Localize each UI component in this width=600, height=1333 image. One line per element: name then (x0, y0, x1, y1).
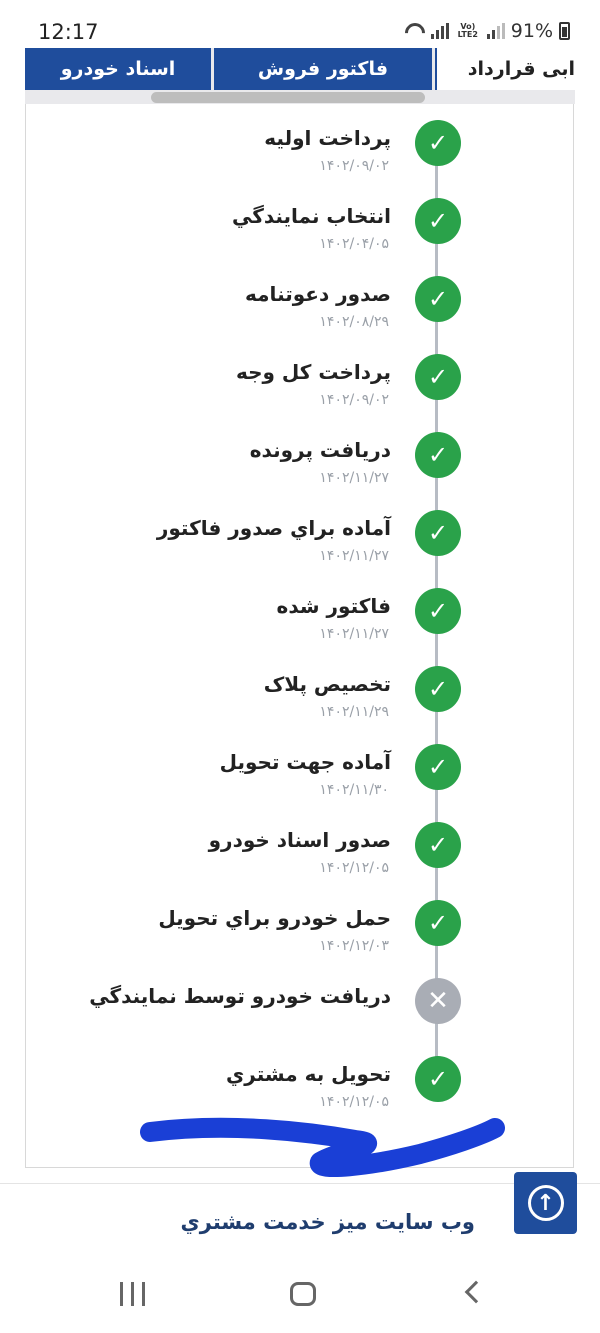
wifi-icon (405, 23, 425, 39)
step-title: آماده جهت تحويل (219, 750, 391, 774)
timeline-step: ✓ صدور دعوتنامه ۱۴۰۲/۰۸/۲۹ (25, 276, 574, 346)
step-date: ۱۴۰۲/۱۲/۰۵ (319, 1094, 389, 1110)
check-icon: ✓ (415, 354, 461, 400)
step-title: پرداخت کل وجه (235, 360, 391, 384)
step-title: حمل خودرو براي تحويل (158, 906, 391, 930)
step-date: ۱۴۰۲/۱۱/۳۰ (319, 782, 389, 798)
step-date: ۱۴۰۲/۱۱/۲۹ (319, 704, 389, 720)
step-date: ۱۴۰۲/۱۱/۲۷ (319, 470, 389, 486)
step-date: ۱۴۰۲/۱۲/۰۳ (319, 938, 389, 954)
check-icon: ✓ (415, 744, 461, 790)
step-date: ۱۴۰۲/۱۲/۰۵ (319, 860, 389, 876)
step-title: صدور دعوتنامه (245, 282, 391, 306)
tab-scrollbar[interactable] (151, 92, 425, 103)
step-title: آماده براي صدور فاکتور (156, 516, 391, 540)
step-date: ۱۴۰۲/۱۱/۲۷ (319, 626, 389, 642)
tab-contract-tracking[interactable]: ابی قرارداد (435, 48, 575, 90)
check-icon: ✓ (415, 666, 461, 712)
signal-icon (430, 23, 449, 39)
step-date: ۱۴۰۲/۰۹/۰۲ (319, 158, 389, 174)
check-icon: ✓ (415, 822, 461, 868)
arrow-up-circle-icon: ↑ (527, 1185, 564, 1221)
check-icon: ✓ (415, 900, 461, 946)
step-title: تحويل به مشتري (225, 1062, 391, 1086)
network-label: Vo) LTE2 (457, 22, 478, 39)
check-icon: ✓ (415, 432, 461, 478)
timeline-step: ✓ فاکتور شده ۱۴۰۲/۱۱/۲۷ (25, 588, 574, 658)
step-title: پرداخت اوليه (264, 126, 391, 150)
recent-apps-button[interactable] (120, 1282, 145, 1306)
step-date: ۱۴۰۲/۰۸/۲۹ (319, 314, 389, 330)
step-title: انتخاب نمايندگي (231, 204, 391, 228)
check-icon: ✓ (415, 588, 461, 634)
timeline-step: ✓ پرداخت اوليه ۱۴۰۲/۰۹/۰۲ (25, 120, 574, 190)
step-title: صدور اسناد خودرو (208, 828, 391, 852)
back-button[interactable] (464, 1280, 488, 1304)
scribble-mark (140, 1117, 505, 1178)
timeline-step: ✓ تخصيص پلاک ۱۴۰۲/۱۱/۲۹ (25, 666, 574, 736)
check-icon: ✓ (415, 1056, 461, 1102)
step-title: فاکتور شده (276, 594, 391, 618)
timeline-step: ✕ دريافت خودرو توسط نمايندگي (25, 978, 574, 1048)
x-icon: ✕ (415, 978, 461, 1024)
check-icon: ✓ (415, 510, 461, 556)
tab-sales-invoice[interactable]: فاکتور فروش (214, 48, 432, 90)
tab-car-documents[interactable]: اسناد خودرو (25, 48, 211, 90)
scroll-top-button[interactable]: ↑ (514, 1172, 577, 1234)
step-title: تخصيص پلاک (263, 672, 391, 696)
battery-icon (559, 22, 570, 40)
check-icon: ✓ (415, 198, 461, 244)
timeline-step: ✓ صدور اسناد خودرو ۱۴۰۲/۱۲/۰۵ (25, 822, 574, 892)
timeline-step: ✓ آماده جهت تحويل ۱۴۰۲/۱۱/۳۰ (25, 744, 574, 814)
timeline-step: ✓ پرداخت کل وجه ۱۴۰۲/۰۹/۰۲ (25, 354, 574, 424)
check-icon: ✓ (415, 120, 461, 166)
step-date: ۱۴۰۲/۰۴/۰۵ (319, 236, 389, 252)
timeline-step: ✓ آماده براي صدور فاکتور ۱۴۰۲/۱۱/۲۷ (25, 510, 574, 580)
status-icons: Vo) LTE2 91% (405, 20, 570, 42)
check-icon: ✓ (415, 276, 461, 322)
status-time: 12:17 (38, 20, 99, 44)
customer-service-link[interactable]: وب سايت ميز خدمت مشتري (181, 1210, 475, 1234)
status-bar: 12:17 Vo) LTE2 91% (0, 0, 600, 48)
step-date: ۱۴۰۲/۱۱/۲۷ (319, 548, 389, 564)
timeline-step: ✓ حمل خودرو براي تحويل ۱۴۰۲/۱۲/۰۳ (25, 900, 574, 970)
home-button[interactable] (290, 1282, 316, 1306)
step-date: ۱۴۰۲/۰۹/۰۲ (319, 392, 389, 408)
step-title: دريافت پرونده (249, 438, 391, 462)
step-title: دريافت خودرو توسط نمايندگي (89, 984, 391, 1008)
footer-bar: وب سايت ميز خدمت مشتري (0, 1183, 600, 1261)
timeline-step: ✓ انتخاب نمايندگي ۱۴۰۲/۰۴/۰۵ (25, 198, 574, 268)
timeline-step: ✓ دريافت پرونده ۱۴۰۲/۱۱/۲۷ (25, 432, 574, 502)
battery-percent: 91% (510, 20, 553, 42)
navigation-bar (0, 1260, 600, 1333)
signal-icon-2 (486, 23, 505, 39)
